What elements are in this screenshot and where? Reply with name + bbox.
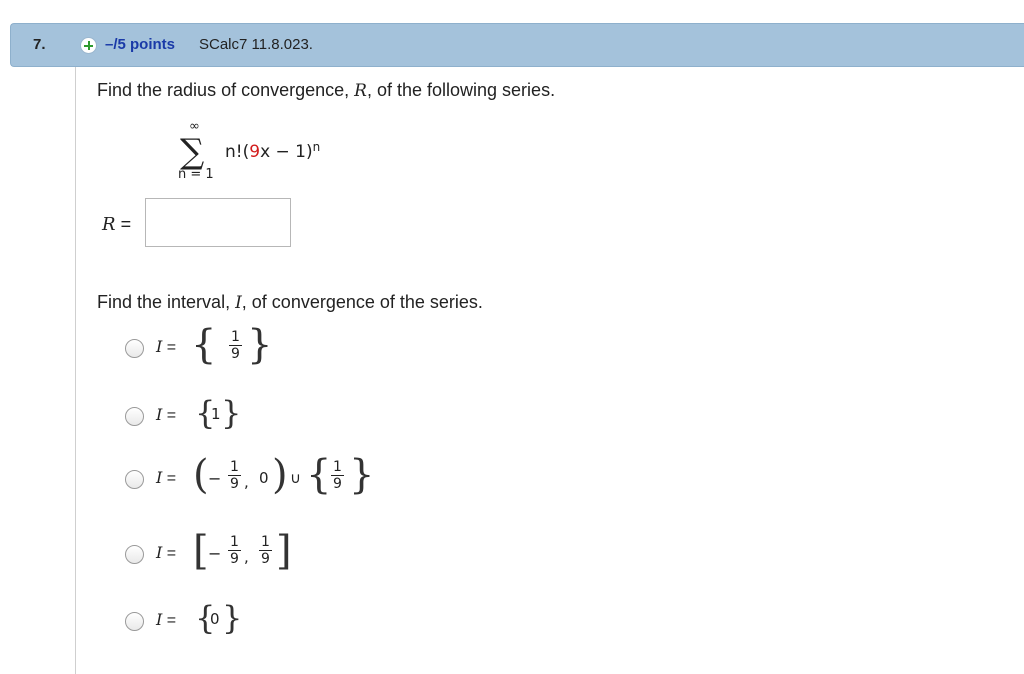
left-brace-icon: { — [191, 322, 217, 368]
option-4-num-b: 1 — [261, 534, 270, 550]
radio-option-4[interactable] — [125, 545, 144, 564]
union-icon: ∪ — [290, 469, 301, 487]
radius-prompt-post: , of the following series. — [366, 80, 556, 100]
points-link[interactable]: –/5 points — [105, 36, 175, 53]
option-4-eq: = — [162, 545, 177, 562]
series-term-coefficient: 9 — [249, 142, 261, 162]
option-3-label: I = — [156, 468, 176, 488]
interval-prompt: Find the interval, I, of convergence of … — [97, 292, 483, 313]
series-term-exponent: n — [312, 140, 321, 154]
summation-icon: ∑ — [180, 132, 205, 172]
radius-prompt: Find the radius of convergence, R, of th… — [97, 80, 555, 101]
option-1-eq: = — [162, 339, 177, 356]
option-3-den-a: 9 — [230, 476, 239, 492]
radio-option-3[interactable] — [125, 470, 144, 489]
option-4-label: I = — [156, 543, 176, 563]
left-paren-icon: ( — [193, 452, 209, 498]
question-header: 7. –/5 points SCalc7 11.8.023. — [10, 23, 1024, 67]
option-1-label: I = — [156, 337, 176, 357]
question-number: 7. — [33, 36, 46, 53]
right-paren-icon: ) — [272, 452, 288, 498]
radio-option-2[interactable] — [125, 407, 144, 426]
radius-answer-label: R = — [102, 214, 131, 235]
option-3-fraction-a: 19 — [228, 459, 241, 492]
option-2-label: I = — [156, 405, 176, 425]
option-3-zero: 0 — [259, 469, 269, 487]
sum-lower-limit: n = 1 — [178, 167, 214, 182]
option-4-den-a: 9 — [230, 551, 239, 567]
left-brace-icon: { — [306, 452, 332, 498]
interval-prompt-pre: Find the interval, — [97, 292, 236, 312]
left-bracket-icon: [ — [193, 528, 209, 574]
radio-option-1[interactable] — [125, 339, 144, 358]
option-5-eq: = — [162, 612, 177, 629]
radio-option-5[interactable] — [125, 612, 144, 631]
option-3-eq: = — [162, 470, 177, 487]
interval-prompt-post: , of convergence of the series. — [241, 292, 483, 312]
option-3-num-b: 1 — [333, 459, 342, 475]
option-1-den: 9 — [231, 346, 240, 362]
question-source: SCalc7 11.8.023. — [199, 36, 313, 53]
radius-prompt-pre: Find the radius of convergence, — [97, 80, 355, 100]
right-bracket-icon: ] — [276, 528, 292, 574]
option-5-label: I = — [156, 610, 176, 630]
option-4-minus: − — [208, 544, 222, 563]
option-4-fraction-b: 19 — [259, 534, 272, 567]
option-2-value: 1 — [211, 405, 221, 423]
series-term-b: x − 1) — [260, 142, 313, 162]
right-brace-icon: } — [222, 599, 243, 637]
series-term-a: n!( — [225, 142, 250, 162]
option-4-den-b: 9 — [261, 551, 270, 567]
option-1-fraction: 19 — [229, 329, 242, 362]
radius-label-var: R — [102, 214, 116, 235]
option-1-num: 1 — [231, 329, 240, 345]
content-left-rule — [75, 67, 76, 674]
series-term: n!(9x − 1)n — [225, 140, 321, 162]
radius-label-eq: = — [115, 214, 132, 234]
interval-prompt-var: I — [235, 293, 242, 313]
option-3-minus: − — [208, 469, 222, 488]
option-3-num-a: 1 — [230, 459, 239, 475]
option-3-comma: , — [244, 473, 249, 491]
right-brace-icon: } — [221, 394, 242, 432]
option-3-fraction-b: 19 — [331, 459, 344, 492]
option-4-comma: , — [244, 548, 249, 566]
option-4-num-a: 1 — [230, 534, 239, 550]
right-brace-icon: } — [247, 322, 273, 368]
expand-plus-icon[interactable] — [80, 37, 97, 54]
radius-answer-input[interactable] — [145, 198, 291, 247]
option-2-eq: = — [162, 407, 177, 424]
option-5-value: 0 — [210, 610, 220, 628]
option-3-den-b: 9 — [333, 476, 342, 492]
option-4-fraction-a: 19 — [228, 534, 241, 567]
radius-prompt-var: R — [354, 81, 367, 101]
right-brace-icon: } — [349, 452, 375, 498]
